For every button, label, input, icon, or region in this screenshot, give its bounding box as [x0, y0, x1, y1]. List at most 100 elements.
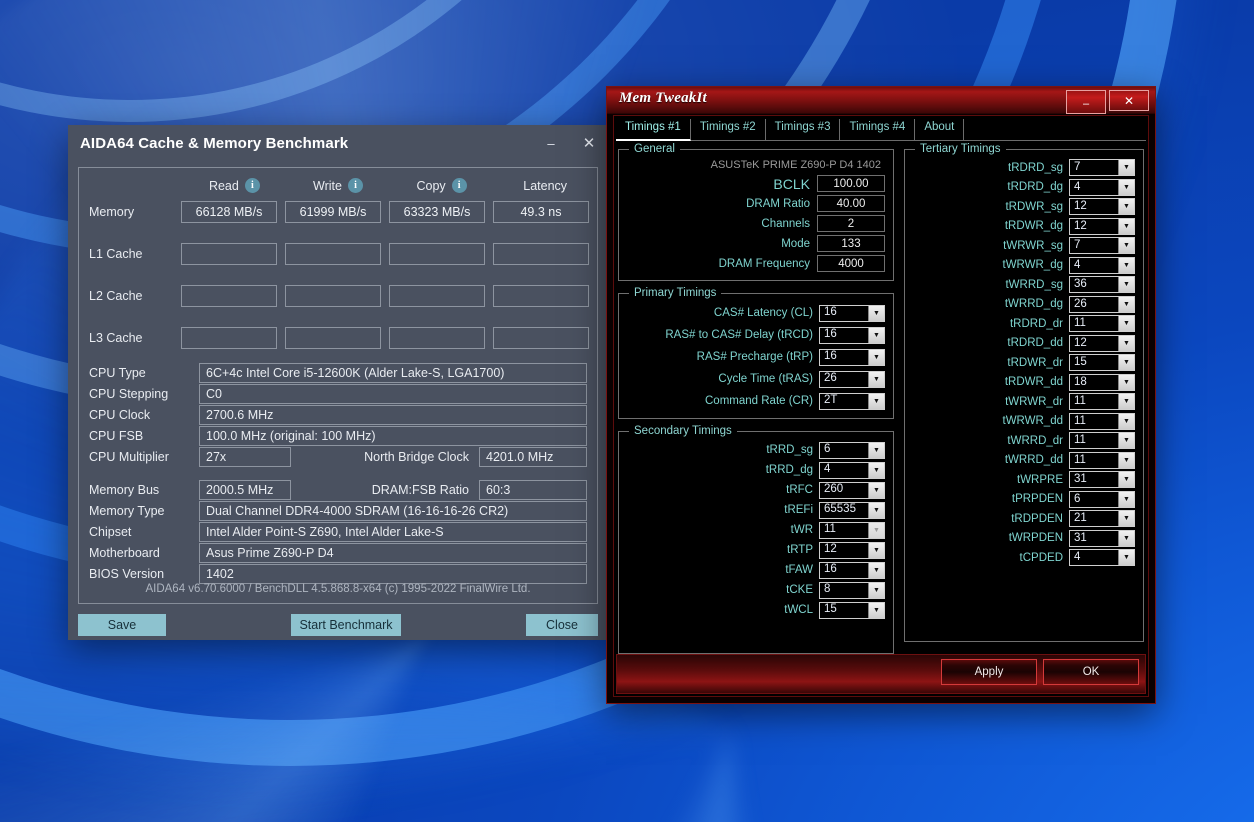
trrd-dg-dropdown[interactable]: 4 ▼ — [819, 461, 885, 479]
primary-row-trcd: RAS# to CAS# Delay (tRCD) 16 ▼ — [627, 324, 885, 346]
trdrd_sg-dropdown[interactable]: 7 ▼ — [1069, 159, 1135, 177]
chevron-down-icon[interactable]: ▼ — [1118, 394, 1134, 410]
chevron-down-icon[interactable]: ▼ — [868, 602, 884, 618]
chevron-down-icon[interactable]: ▼ — [1118, 257, 1134, 273]
tab-timings-2[interactable]: Timings #2 — [691, 119, 766, 140]
tfaw-label: tFAW — [785, 564, 813, 576]
trdrd_dg-dropdown[interactable]: 4 ▼ — [1069, 178, 1135, 196]
save-button[interactable]: Save — [78, 614, 166, 636]
chevron-down-icon[interactable]: ▼ — [868, 371, 884, 387]
ok-button[interactable]: OK — [1043, 659, 1139, 685]
minimize-icon[interactable]: – — [1066, 90, 1106, 114]
chevron-down-icon[interactable]: ▼ — [1118, 374, 1134, 390]
tertiary-row-twrrd_sg: tWRRD_sg 36 ▼ — [913, 275, 1135, 295]
secondary-row-trefi: tREFi 65535 ▼ — [627, 500, 885, 520]
chevron-down-icon[interactable]: ▼ — [868, 482, 884, 498]
twrwr_dd-label: tWRWR_dd — [1002, 415, 1064, 428]
trcd-dropdown[interactable]: 16 ▼ — [819, 326, 885, 344]
twrrd_dg-dropdown[interactable]: 26 ▼ — [1069, 295, 1135, 313]
chevron-down-icon[interactable]: ▼ — [1118, 277, 1134, 293]
chevron-down-icon[interactable]: ▼ — [868, 442, 884, 458]
twcl-label: tWCL — [784, 604, 813, 616]
apply-button[interactable]: Apply — [941, 659, 1037, 685]
close-icon[interactable]: ✕ — [570, 128, 608, 158]
close-icon[interactable]: ✕ — [1109, 90, 1149, 111]
tab-about[interactable]: About — [915, 119, 965, 140]
table-row: CPU FSB 100.0 MHz (original: 100 MHz) — [89, 426, 587, 446]
twrpre-dropdown[interactable]: 31 ▼ — [1069, 471, 1135, 489]
chevron-down-icon[interactable]: ▼ — [1118, 296, 1134, 312]
twrwr_dg-dropdown[interactable]: 4 ▼ — [1069, 256, 1135, 274]
trdwr_sg-value: 12 — [1074, 200, 1087, 212]
chevron-down-icon[interactable]: ▼ — [1118, 316, 1134, 332]
chevron-down-icon[interactable]: ▼ — [868, 582, 884, 598]
trrd-sg-dropdown[interactable]: 6 ▼ — [819, 441, 885, 459]
tcpded-dropdown[interactable]: 4 ▼ — [1069, 549, 1135, 567]
trfc-dropdown[interactable]: 260 ▼ — [819, 481, 885, 499]
chevron-down-icon[interactable]: ▼ — [1118, 413, 1134, 429]
twrwr_dr-dropdown[interactable]: 11 ▼ — [1069, 393, 1135, 411]
trtp-dropdown[interactable]: 12 ▼ — [819, 541, 885, 559]
tab-timings-3[interactable]: Timings #3 — [766, 119, 841, 140]
trdrd_dd-dropdown[interactable]: 12 ▼ — [1069, 334, 1135, 352]
twrrd_sg-dropdown[interactable]: 36 ▼ — [1069, 276, 1135, 294]
chevron-down-icon[interactable]: ▼ — [868, 349, 884, 365]
left-column: General ASUSTeK PRIME Z690-P D4 1402 BCL… — [618, 143, 894, 654]
chevron-down-icon[interactable]: ▼ — [1118, 160, 1134, 176]
chevron-down-icon[interactable]: ▼ — [868, 462, 884, 478]
info-icon[interactable]: i — [244, 178, 260, 193]
close-button[interactable]: Close — [526, 614, 598, 636]
chevron-down-icon[interactable]: ▼ — [1118, 530, 1134, 546]
tab-timings-4[interactable]: Timings #4 — [840, 119, 916, 140]
trdwr_sg-dropdown[interactable]: 12 ▼ — [1069, 198, 1135, 216]
trdrd_dd-value: 12 — [1074, 336, 1087, 349]
twrrd_dr-dropdown[interactable]: 11 ▼ — [1069, 432, 1135, 450]
table-row: Memory Bus 2000.5 MHz DRAM:FSB Ratio 60:… — [89, 480, 587, 500]
twrrd_dd-dropdown[interactable]: 11 ▼ — [1069, 451, 1135, 469]
trdwr_dd-dropdown[interactable]: 18 ▼ — [1069, 373, 1135, 391]
tras-dropdown[interactable]: 26 ▼ — [819, 370, 885, 388]
chevron-down-icon[interactable]: ▼ — [868, 327, 884, 343]
chevron-down-icon[interactable]: ▼ — [868, 305, 884, 321]
start-benchmark-button[interactable]: Start Benchmark — [291, 614, 401, 636]
trefi-dropdown[interactable]: 65535 ▼ — [819, 501, 885, 519]
info-icon[interactable]: i — [347, 178, 363, 193]
benchmark-header-row: Read i Write i Copy i Latency — [79, 168, 597, 193]
chevron-down-icon[interactable]: ▼ — [1118, 452, 1134, 468]
trdrd_sg-label: tRDRD_sg — [1008, 161, 1063, 174]
trdwr_dr-dropdown[interactable]: 15 ▼ — [1069, 354, 1135, 372]
trdwr_dg-dropdown[interactable]: 12 ▼ — [1069, 217, 1135, 235]
tfaw-dropdown[interactable]: 16 ▼ — [819, 561, 885, 579]
twr-dropdown[interactable]: 11 ▼ — [819, 521, 885, 539]
chevron-down-icon[interactable]: ▼ — [1118, 355, 1134, 371]
chevron-down-icon[interactable]: ▼ — [868, 542, 884, 558]
twrwr_sg-dropdown[interactable]: 7 ▼ — [1069, 237, 1135, 255]
chevron-down-icon[interactable]: ▼ — [1118, 491, 1134, 507]
twcl-dropdown[interactable]: 15 ▼ — [819, 601, 885, 619]
chevron-down-icon[interactable]: ▼ — [1118, 511, 1134, 527]
chevron-down-icon[interactable]: ▼ — [1118, 550, 1134, 566]
chevron-down-icon[interactable]: ▼ — [1118, 218, 1134, 234]
l3-copy-value — [389, 327, 485, 349]
chevron-down-icon[interactable]: ▼ — [868, 393, 884, 409]
chevron-down-icon[interactable]: ▼ — [1118, 433, 1134, 449]
chevron-down-icon[interactable]: ▼ — [868, 562, 884, 578]
chevron-down-icon[interactable]: ▼ — [1118, 199, 1134, 215]
trdrd_dr-dropdown[interactable]: 11 ▼ — [1069, 315, 1135, 333]
minimize-icon[interactable]: – — [532, 128, 570, 158]
twrwr_dd-dropdown[interactable]: 11 ▼ — [1069, 412, 1135, 430]
command-rate-dropdown[interactable]: 2T ▼ — [819, 392, 885, 410]
trdpden-dropdown[interactable]: 21 ▼ — [1069, 510, 1135, 528]
twrpden-dropdown[interactable]: 31 ▼ — [1069, 529, 1135, 547]
chevron-down-icon[interactable]: ▼ — [1118, 472, 1134, 488]
trp-dropdown[interactable]: 16 ▼ — [819, 348, 885, 366]
tprpden-dropdown[interactable]: 6 ▼ — [1069, 490, 1135, 508]
cas-latency-dropdown[interactable]: 16 ▼ — [819, 304, 885, 322]
info-icon[interactable]: i — [451, 178, 467, 193]
chevron-down-icon[interactable]: ▼ — [1118, 179, 1134, 195]
chevron-down-icon[interactable]: ▼ — [1118, 335, 1134, 351]
chevron-down-icon[interactable]: ▼ — [1118, 238, 1134, 254]
chevron-down-icon[interactable]: ▼ — [868, 502, 884, 518]
tab-timings-1[interactable]: Timings #1 — [616, 119, 691, 141]
tcke-dropdown[interactable]: 8 ▼ — [819, 581, 885, 599]
